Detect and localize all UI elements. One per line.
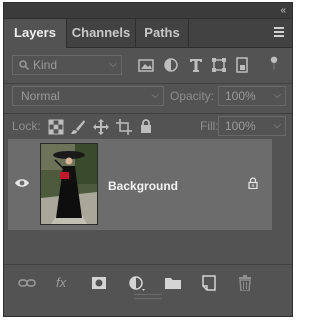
filter-kind-label: Kind	[33, 58, 58, 72]
trash-icon[interactable]	[236, 275, 254, 291]
fill-label: Fill:	[200, 119, 219, 133]
blend-row: Normal ⌵ Opacity: 100% ⌵	[4, 86, 292, 108]
fill-field[interactable]: 100% ⌵	[218, 116, 286, 136]
divider	[4, 83, 292, 84]
panel-title-strip: «	[4, 3, 292, 19]
tab-channels[interactable]: Channels	[67, 19, 136, 47]
blend-mode-select[interactable]: Normal ⌵	[12, 86, 164, 106]
fill-value: 100%	[225, 119, 256, 133]
chevron-down-icon: ⌵	[273, 90, 281, 101]
opacity-value: 100%	[225, 89, 256, 103]
lock-image-pixels-icon[interactable]	[70, 119, 86, 135]
layer-row-background[interactable]: Background	[8, 139, 272, 230]
panel-menu-icon[interactable]	[274, 27, 284, 39]
blend-mode-value: Normal	[21, 89, 60, 103]
tab-paths[interactable]: Paths	[136, 19, 189, 47]
tab-layers[interactable]: Layers	[4, 19, 67, 48]
opacity-field[interactable]: 100% ⌵	[218, 86, 286, 106]
panel-tab-bar: Layers Channels Paths	[4, 19, 292, 48]
lock-all-icon[interactable]	[138, 118, 154, 134]
lock-label: Lock:	[12, 119, 41, 133]
chevron-down-icon: ⌵	[109, 59, 117, 70]
adjustment-filter-icon[interactable]	[163, 57, 179, 73]
panel-resize-handle[interactable]	[134, 294, 162, 299]
link-layers-icon[interactable]	[18, 275, 36, 291]
type-filter-icon[interactable]	[188, 57, 204, 73]
filter-kind-select[interactable]: Kind ⌵	[12, 55, 122, 75]
eye-icon[interactable]	[14, 177, 30, 189]
divider	[4, 113, 292, 114]
layers-panel: « Layers Channels Paths Kind ⌵ Normal ⌵ …	[3, 2, 293, 317]
lock-position-icon[interactable]	[93, 119, 109, 135]
layer-thumbnail	[40, 143, 98, 225]
lock-artboard-icon[interactable]	[116, 119, 132, 135]
chevron-down-icon: ⌵	[151, 90, 159, 101]
smart-object-filter-icon[interactable]	[234, 57, 250, 73]
shape-filter-icon[interactable]	[211, 57, 227, 73]
lock-icon	[248, 177, 258, 189]
panel-footer: fx	[4, 265, 292, 301]
layer-style-icon[interactable]: fx	[56, 275, 74, 291]
photo-thumbnail-image	[41, 144, 97, 224]
chevron-down-icon: ⌵	[273, 120, 281, 131]
opacity-label: Opacity:	[170, 89, 215, 103]
adjustment-layer-icon[interactable]	[128, 275, 146, 291]
add-mask-icon[interactable]	[90, 275, 108, 291]
collapse-panel-icon[interactable]: «	[280, 3, 286, 18]
lock-transparent-pixels-icon[interactable]	[48, 119, 64, 135]
filter-toggle-icon[interactable]	[266, 55, 282, 71]
image-filter-icon[interactable]	[138, 57, 154, 73]
search-icon	[19, 60, 29, 70]
filter-row: Kind ⌵	[4, 55, 292, 77]
new-layer-icon[interactable]	[200, 275, 218, 291]
layer-name[interactable]: Background	[108, 179, 178, 193]
lock-row: Lock: Fill: 100% ⌵	[4, 116, 292, 138]
group-folder-icon[interactable]	[164, 275, 182, 291]
